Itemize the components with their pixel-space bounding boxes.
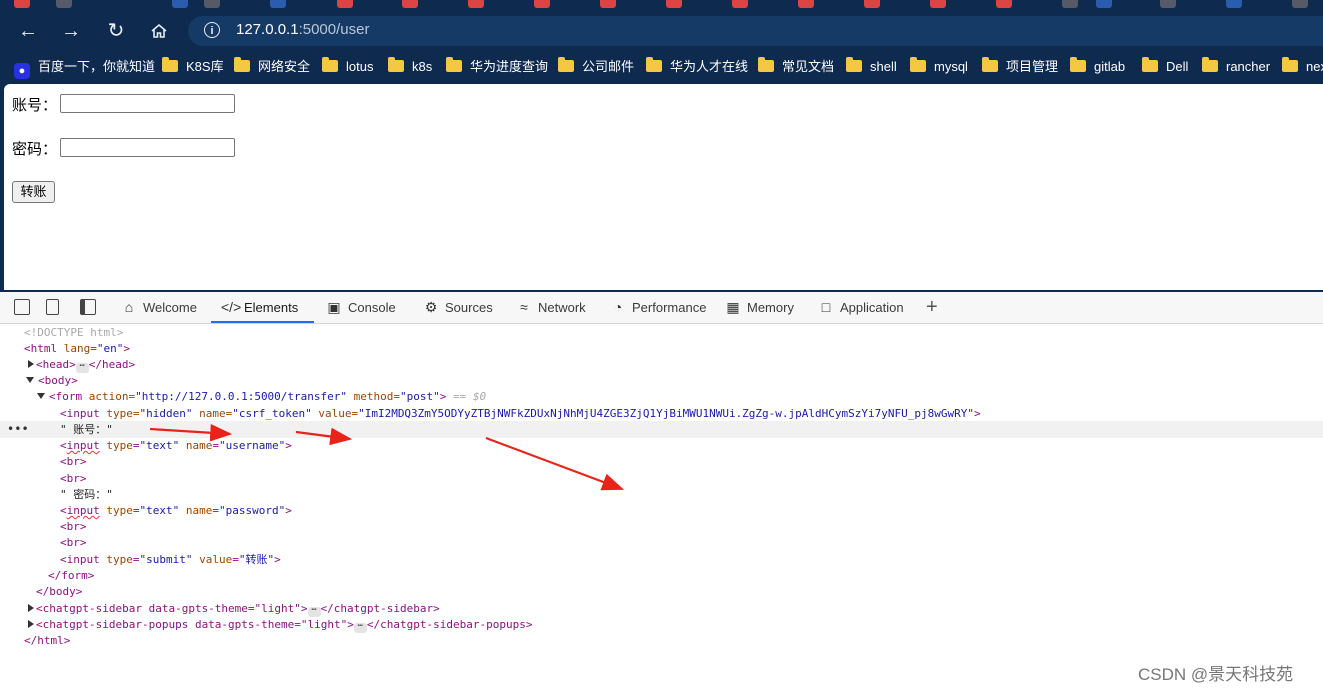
folder-icon (162, 57, 178, 72)
folder-icon (646, 57, 662, 72)
tab-favicon[interactable] (930, 0, 946, 8)
folder-icon (1202, 57, 1218, 72)
bookmark-folder[interactable]: 网络安全 (234, 57, 310, 76)
back-icon[interactable]: ← (14, 18, 42, 44)
reload-icon[interactable]: ↻ (102, 18, 130, 44)
folder-icon (446, 57, 462, 72)
arrow-csrf-name (295, 427, 353, 446)
folder-icon (1282, 57, 1298, 72)
password-input[interactable] (60, 138, 235, 157)
bookmark-folder[interactable]: rancher (1202, 57, 1270, 76)
bookmark-folder[interactable]: nex (1282, 57, 1323, 76)
csdn-watermark: CSDN @景天科技苑 (1138, 665, 1294, 684)
tab-favicon[interactable] (172, 0, 188, 8)
folder-icon (558, 57, 574, 72)
folder-icon (322, 57, 338, 72)
bookmark-folder[interactable]: 项目管理 (982, 57, 1058, 76)
tab-favicon[interactable] (1160, 0, 1176, 8)
bookmark-folder[interactable]: K8S库 (162, 57, 224, 76)
tab-strip[interactable] (0, 0, 1323, 10)
forward-icon[interactable]: → (57, 18, 85, 44)
bookmark-folder[interactable]: 常见文档 (758, 57, 834, 76)
folder-icon (910, 57, 926, 72)
folder-icon (1070, 57, 1086, 72)
tab-favicon[interactable] (270, 0, 286, 8)
devtools-panel: ⌂ Welcome </> Elements ▣ Console ⚙ Sources ≈… (0, 292, 1323, 690)
bookmark-folder[interactable]: k8s (388, 57, 432, 76)
bookmark-folder[interactable]: Dell (1142, 57, 1188, 76)
tab-favicon[interactable] (864, 0, 880, 8)
baidu-icon: ● (14, 63, 30, 79)
tab-favicon[interactable] (56, 0, 72, 8)
username-label: 账号： (12, 97, 58, 114)
bookmark-folder[interactable]: 华为人才在线 (646, 57, 748, 76)
browser-toolbar: ← → ↻ i 127.0.0.1:5000/user (0, 10, 1323, 52)
tab-favicon[interactable] (468, 0, 484, 8)
arrow-csrf-value (485, 436, 625, 491)
tab-favicon[interactable] (534, 0, 550, 8)
bookmark-folder[interactable]: 公司邮件 (558, 57, 634, 76)
transfer-submit-button[interactable]: 转账 (12, 181, 55, 203)
username-input[interactable] (60, 94, 235, 113)
bookmark-folder[interactable]: 华为进度查询 (446, 57, 548, 76)
tab-favicon[interactable] (798, 0, 814, 8)
tab-favicon[interactable] (1096, 0, 1112, 8)
bookmark-baidu[interactable]: ● 百度一下，你就知道 (14, 58, 155, 79)
bookmark-folder[interactable]: shell (846, 57, 897, 76)
password-label: 密码： (12, 141, 58, 158)
home-icon[interactable] (145, 18, 173, 44)
tab-favicon[interactable] (996, 0, 1012, 8)
page-viewport: 账号： 密码： 转账 (4, 84, 1323, 290)
address-bar[interactable]: i 127.0.0.1:5000/user (188, 16, 1323, 46)
folder-icon (846, 57, 862, 72)
tab-favicon[interactable] (732, 0, 748, 8)
tab-favicon[interactable] (600, 0, 616, 8)
bookmark-folder[interactable]: mysql (910, 57, 968, 76)
tab-favicon[interactable] (337, 0, 353, 8)
bookmarks-bar: ● 百度一下，你就知道 K8S库 网络安全 lotus k8s 华为进度查询 公司… (0, 52, 1323, 82)
folder-icon (1142, 57, 1158, 72)
tab-favicon[interactable] (402, 0, 418, 8)
tab-favicon[interactable] (666, 0, 682, 8)
url-text[interactable]: 127.0.0.1:5000/user (236, 21, 369, 38)
tab-favicon[interactable] (204, 0, 220, 8)
tab-favicon[interactable] (1226, 0, 1242, 8)
arrow-username-text (149, 423, 233, 442)
site-info-icon[interactable]: i (204, 22, 220, 38)
folder-icon (982, 57, 998, 72)
annotation-arrows (149, 423, 625, 491)
folder-icon (758, 57, 774, 72)
tab-favicon[interactable] (1062, 0, 1078, 8)
tab-favicon[interactable] (14, 0, 30, 8)
folder-icon (234, 57, 250, 72)
tab-favicon[interactable] (1292, 0, 1308, 8)
bookmark-folder[interactable]: lotus (322, 57, 373, 76)
folder-icon (388, 57, 404, 72)
bookmark-folder[interactable]: gitlab (1070, 57, 1125, 76)
